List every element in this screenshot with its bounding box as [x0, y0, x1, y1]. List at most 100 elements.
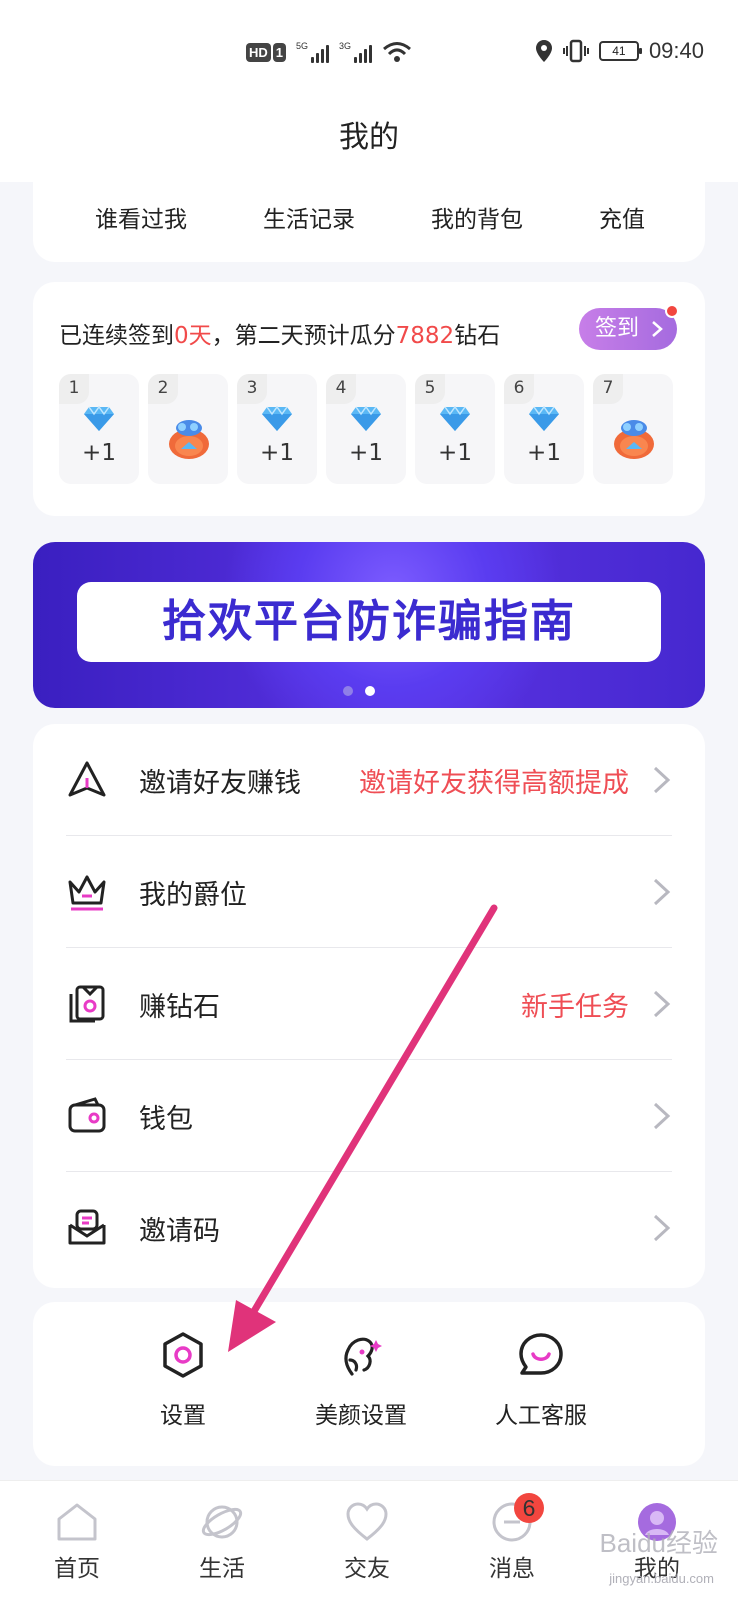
- sign-in-day[interactable]: 5 +1: [415, 374, 495, 484]
- day-reward: +1: [438, 440, 472, 466]
- tab-label: 消息: [489, 1556, 535, 1582]
- quick-link-recharge[interactable]: 充值: [599, 200, 645, 234]
- heart-icon: [346, 1502, 388, 1541]
- menu-item-earn-diamonds[interactable]: 赚钻石 新手任务: [33, 948, 705, 1060]
- menu-item-label: 邀请好友赚钱: [139, 767, 301, 799]
- location-icon: [535, 40, 552, 62]
- signal-icon: 5G: [296, 41, 330, 63]
- menu-item-label: 钱包: [139, 1103, 193, 1135]
- notification-dot: [665, 304, 679, 318]
- banner-dot-active[interactable]: [365, 686, 375, 696]
- unread-badge: 6: [514, 1493, 544, 1523]
- sign-in-middle: ，第二天预计瓜分: [211, 323, 396, 349]
- diamond-icon: [529, 406, 559, 431]
- planet-icon: [201, 1505, 243, 1539]
- menu-item-label: 我的爵位: [139, 879, 247, 911]
- tab-friends[interactable]: 交友: [317, 1499, 417, 1583]
- chat-bubble-icon: [519, 1333, 563, 1375]
- sim-label: 1: [272, 42, 287, 62]
- menu-item-label: 邀请码: [139, 1215, 220, 1247]
- sign-in-button[interactable]: 签到: [579, 304, 679, 350]
- sign-in-days-count: 0天: [174, 323, 212, 349]
- face-beauty-icon: [344, 1337, 382, 1376]
- status-right: 41 09:40: [535, 38, 704, 64]
- day-reward: +1: [82, 440, 116, 466]
- sign-in-button-label: 签到: [595, 316, 640, 341]
- banner-dot[interactable]: [343, 686, 353, 696]
- day-reward: +1: [260, 440, 294, 466]
- sign-in-day[interactable]: 4 +1: [326, 374, 406, 484]
- tool-customer-service[interactable]: 人工客服: [461, 1330, 621, 1430]
- banner-pagination: [343, 686, 375, 696]
- status-left: HD 1 5G 3G: [246, 40, 412, 64]
- day-number: 4: [326, 374, 356, 404]
- diamond-icon: [262, 406, 292, 431]
- day-number: 3: [237, 374, 267, 404]
- task-card-icon: [69, 985, 105, 1023]
- sign-in-day[interactable]: 1 +1: [59, 374, 139, 484]
- bottom-tab-bar: 首页 生活 交友 6 消息 我的 Baidu经验 jingyan.baidu.c…: [0, 1480, 738, 1600]
- day-number: 5: [415, 374, 445, 404]
- day-number: 6: [504, 374, 534, 404]
- tool-beauty-settings[interactable]: 美颜设置: [281, 1330, 441, 1430]
- signal-type-label: 5G: [296, 41, 309, 51]
- hexagon-settings-icon: [163, 1332, 203, 1378]
- chevron-right-icon: [653, 878, 671, 906]
- quick-link-life-records[interactable]: 生活记录: [263, 200, 355, 234]
- banner-title: 拾欢平台防诈骗指南: [77, 582, 661, 662]
- sign-in-day[interactable]: 7: [593, 374, 673, 484]
- tool-label: 美颜设置: [315, 1403, 407, 1429]
- menu-item-wallet[interactable]: 钱包: [33, 1060, 705, 1172]
- diamond-icon: [351, 406, 381, 431]
- page-title: 我的: [339, 120, 399, 155]
- sign-in-card: 已连续签到0天，第二天预计瓜分7882钻石 签到 1 +1 2 3 +1 4 +1 5…: [33, 282, 705, 516]
- menu-item-invite-code[interactable]: 邀请码: [33, 1172, 705, 1284]
- menu-item-noble-rank[interactable]: 我的爵位: [33, 836, 705, 948]
- watermark: Baidu经验: [599, 1528, 719, 1558]
- menu-item-invite-friends[interactable]: 邀请好友赚钱 邀请好友获得高额提成: [33, 724, 705, 836]
- chevron-right-icon: [653, 1214, 671, 1242]
- sign-in-day[interactable]: 2: [148, 374, 228, 484]
- crown-icon: [68, 875, 106, 911]
- quick-link-visitors[interactable]: 谁看过我: [95, 200, 187, 234]
- anti-fraud-banner[interactable]: 拾欢平台防诈骗指南: [33, 542, 705, 708]
- tool-label: 设置: [160, 1403, 206, 1429]
- tab-label: 交友: [344, 1556, 390, 1582]
- home-icon: [57, 1503, 97, 1541]
- sign-in-day[interactable]: 3 +1: [237, 374, 317, 484]
- day-reward: +1: [527, 440, 561, 466]
- menu-item-hint: 邀请好友获得高额提成: [359, 767, 629, 799]
- day-number: 1: [59, 374, 89, 404]
- sign-in-day[interactable]: 6 +1: [504, 374, 584, 484]
- tab-messages[interactable]: 6 消息: [462, 1493, 562, 1583]
- tab-life[interactable]: 生活: [172, 1499, 272, 1583]
- chevron-right-icon: [653, 1102, 671, 1130]
- feature-menu: 邀请好友赚钱 邀请好友获得高额提成 我的爵位 赚钻石 新手任务 钱包 邀请码: [33, 724, 705, 1288]
- hd-label: HD: [246, 42, 271, 62]
- tool-settings[interactable]: 设置: [103, 1330, 263, 1430]
- tab-label: 生活: [199, 1556, 245, 1582]
- sign-in-days: 1 +1 2 3 +1 4 +1 5 +1 6 +1 7: [59, 374, 673, 484]
- wifi-icon: [383, 42, 412, 62]
- clock: 09:40: [648, 38, 704, 63]
- tab-label: 首页: [54, 1556, 100, 1582]
- tab-home[interactable]: 首页: [27, 1499, 127, 1583]
- diamond-icon: [440, 406, 470, 431]
- wallet-icon: [68, 1097, 106, 1133]
- menu-item-hint: 新手任务: [521, 991, 629, 1023]
- treasure-bag-icon: [614, 420, 654, 459]
- sign-in-prefix: 已连续签到: [59, 323, 174, 349]
- treasure-bag-icon: [169, 420, 209, 459]
- chevron-right-icon: [653, 990, 671, 1018]
- quick-links-card: 谁看过我 生活记录 我的背包 充值: [33, 182, 705, 262]
- day-reward: +1: [349, 440, 383, 466]
- sign-in-summary: 已连续签到0天，第二天预计瓜分7882钻石: [59, 316, 500, 350]
- tool-label: 人工客服: [495, 1403, 587, 1429]
- watermark-url: jingyan.baidu.com: [609, 1571, 714, 1586]
- vibrate-icon: [562, 39, 589, 63]
- diamond-icon: [84, 406, 114, 431]
- page-header: 我的: [0, 110, 738, 182]
- menu-item-label: 赚钻石: [139, 991, 220, 1023]
- quick-link-backpack[interactable]: 我的背包: [431, 200, 523, 234]
- day-number: 2: [148, 374, 178, 404]
